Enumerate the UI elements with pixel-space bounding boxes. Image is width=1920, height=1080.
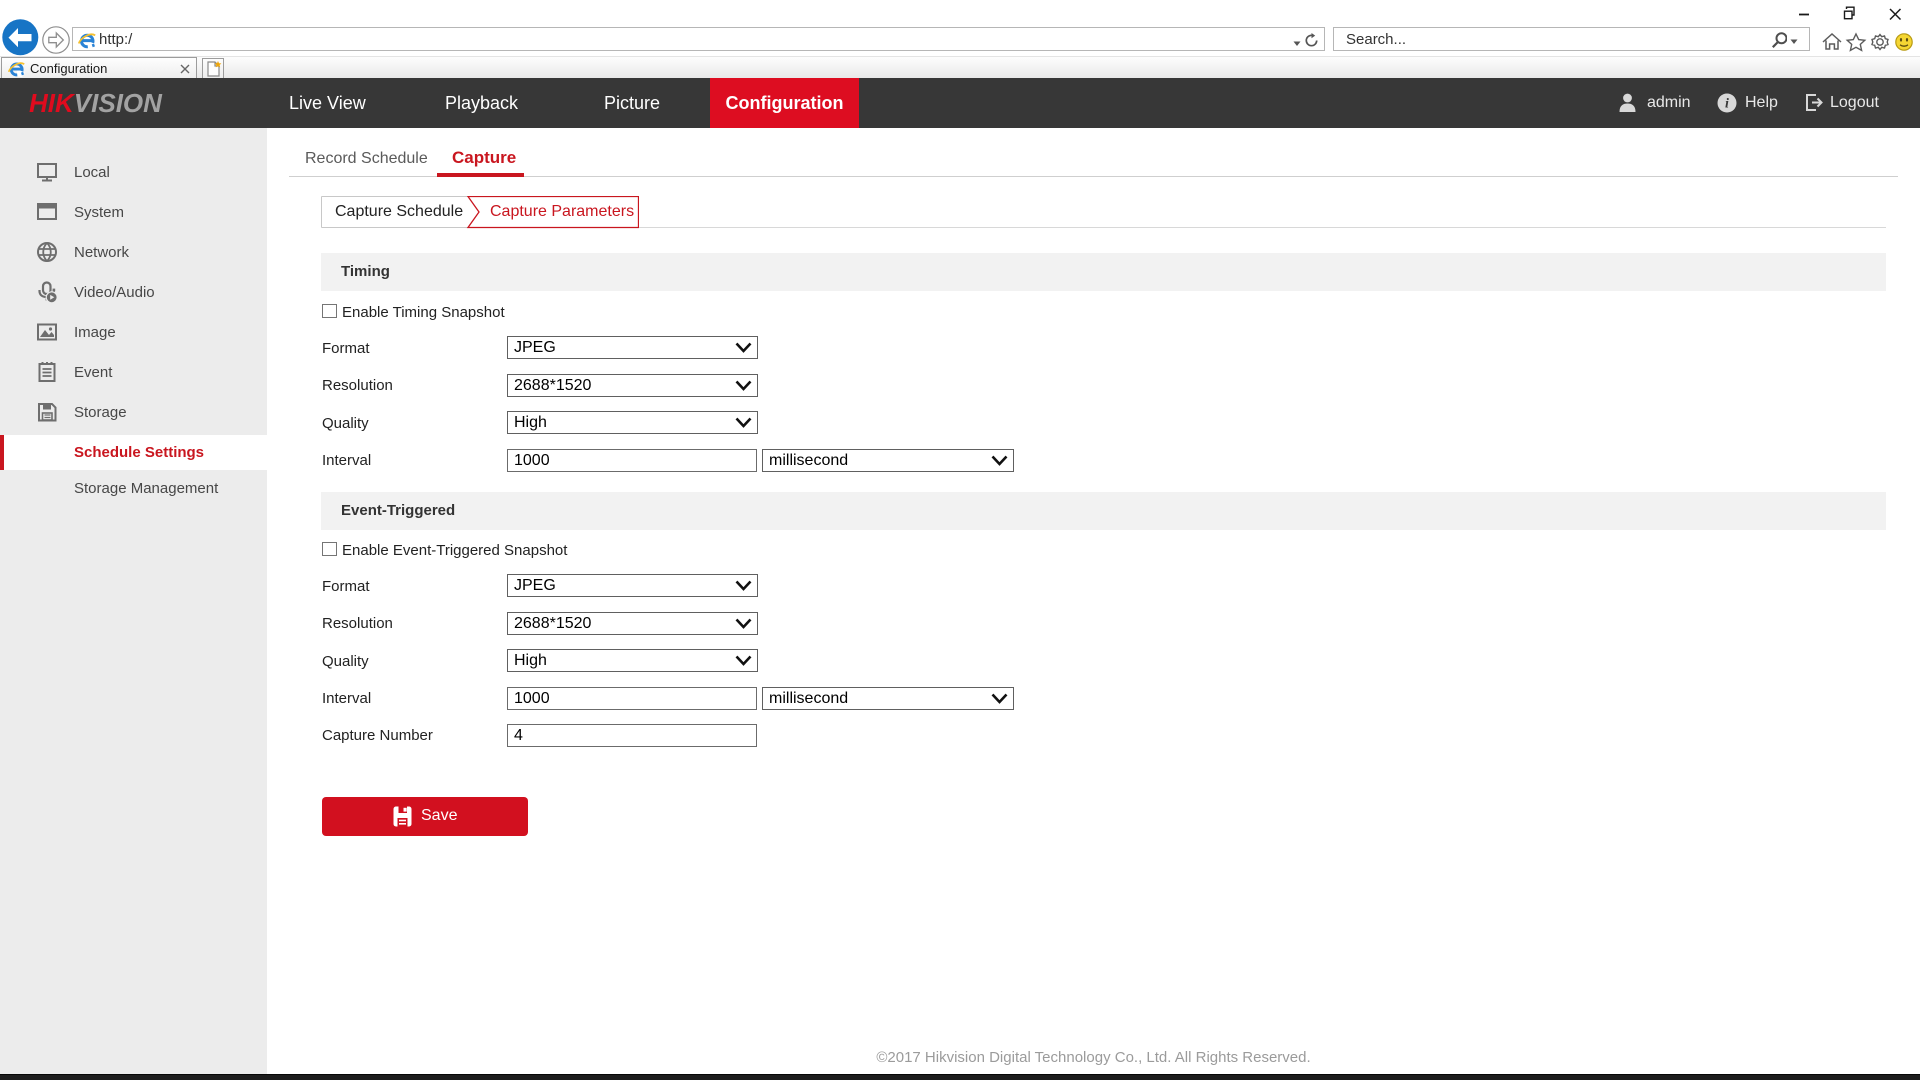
svg-text:i: i [1725,97,1729,112]
